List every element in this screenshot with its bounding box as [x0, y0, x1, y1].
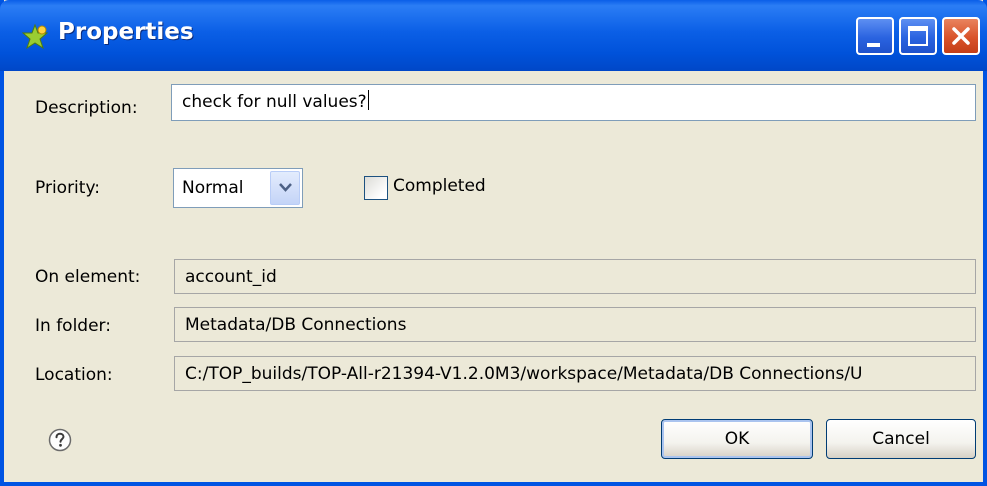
completed-checkbox[interactable] — [364, 176, 388, 200]
completed-label[interactable]: Completed — [393, 176, 486, 196]
maximize-icon — [908, 26, 928, 46]
priority-label: Priority: — [35, 178, 100, 198]
on-element-value: account_id — [185, 267, 277, 287]
minimize-icon — [867, 43, 880, 47]
on-element-field: account_id — [174, 259, 976, 294]
close-button[interactable] — [942, 17, 980, 55]
location-label: Location: — [35, 365, 113, 385]
in-folder-label: In folder: — [35, 316, 111, 336]
window-title: Properties — [58, 19, 194, 45]
close-icon — [952, 27, 970, 45]
location-value: C:/TOP_builds/TOP-All-r21394-V1.2.0M3/wo… — [185, 364, 863, 384]
in-folder-value: Metadata/DB Connections — [185, 315, 407, 335]
description-label: Description: — [35, 98, 138, 118]
description-input[interactable]: check for null values? — [171, 84, 976, 121]
in-folder-field: Metadata/DB Connections — [174, 307, 976, 342]
green-star-task-icon — [22, 24, 48, 50]
title-bar[interactable]: Properties — [0, 0, 987, 71]
properties-dialog: Properties Description: check for null v… — [0, 0, 987, 486]
ok-button[interactable]: OK — [661, 419, 813, 459]
priority-select[interactable]: Normal — [173, 168, 303, 208]
priority-selected-value: Normal — [182, 178, 244, 198]
location-field: C:/TOP_builds/TOP-All-r21394-V1.2.0M3/wo… — [174, 356, 976, 391]
help-icon[interactable] — [48, 428, 72, 452]
dropdown-button[interactable] — [270, 171, 300, 205]
maximize-button[interactable] — [899, 17, 937, 55]
on-element-label: On element: — [35, 267, 141, 287]
chevron-down-icon — [279, 183, 292, 192]
description-value: check for null values? — [182, 92, 367, 112]
cancel-button[interactable]: Cancel — [826, 419, 976, 459]
text-caret — [367, 90, 369, 110]
minimize-button[interactable] — [856, 17, 894, 55]
